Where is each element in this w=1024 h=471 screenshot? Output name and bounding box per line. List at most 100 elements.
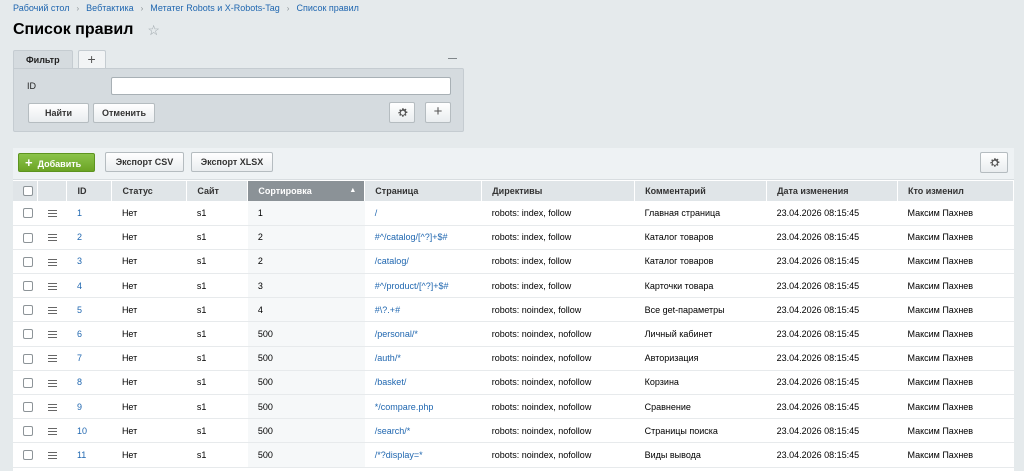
row-checkbox[interactable] bbox=[23, 450, 33, 461]
row-checkbox[interactable] bbox=[23, 401, 33, 412]
cell-page[interactable]: /*?display=* bbox=[364, 442, 482, 468]
hamburger-menu-icon[interactable] bbox=[47, 282, 57, 290]
table-row[interactable]: 1 Нет s1 1/robots: index, follow Главная стр… bbox=[13, 201, 1014, 226]
cancel-button[interactable]: Отменить bbox=[93, 103, 155, 123]
hamburger-menu-icon[interactable] bbox=[47, 209, 57, 217]
cell-page[interactable]: /search/* bbox=[364, 418, 482, 444]
cell-page[interactable]: #^/product/[^?]+$# bbox=[364, 273, 482, 299]
breadcrumb-item-robots-module[interactable]: Метатег Robots и X-Robots-Tag bbox=[150, 3, 280, 13]
table-row[interactable]: 4 Нет s1 3 #^/product/[^?]+$# robots: index, … bbox=[13, 273, 1014, 299]
tab-filter[interactable]: Фильтр bbox=[13, 50, 73, 69]
cell-id[interactable]: 11 bbox=[66, 442, 112, 468]
breadcrumb-item-desktop[interactable]: Рабочий стол bbox=[13, 3, 70, 13]
add-filter-field-button[interactable]: + bbox=[425, 102, 451, 123]
cell-sort: 500 bbox=[247, 442, 365, 468]
table-row[interactable]: 3 Нет s1 2/catalog/robots: index, follow Кат… bbox=[13, 249, 1014, 275]
row-checkbox[interactable] bbox=[23, 280, 33, 291]
grid-settings-button[interactable] bbox=[980, 152, 1008, 173]
table-row[interactable]: 7 Нет s1 500/auth/* robots: noindex, nofollo… bbox=[13, 346, 1014, 371]
cell-id[interactable]: 2 bbox=[66, 225, 112, 250]
breadcrumb-separator: › bbox=[286, 3, 290, 13]
cell-page[interactable]: /basket/ bbox=[364, 370, 482, 396]
header-comment[interactable]: Комментарий bbox=[634, 181, 768, 201]
header-directives[interactable]: Директивы bbox=[481, 181, 636, 201]
table-row[interactable]: 11 Нет s1 500/*?display=* robots: noindex, n… bbox=[13, 442, 1014, 468]
cell-id[interactable]: 5 bbox=[66, 297, 112, 323]
filter-settings-button[interactable] bbox=[389, 102, 415, 123]
cell-id[interactable]: 3 bbox=[66, 249, 112, 275]
cell-page[interactable]: / bbox=[364, 201, 482, 226]
cell-id[interactable]: 9 bbox=[66, 394, 112, 420]
gear-icon bbox=[397, 107, 407, 117]
cell-sort: 2 bbox=[247, 225, 365, 250]
rules-grid: + Добавить Экспорт CSV Экспорт XLSX ID Ст… bbox=[13, 148, 1015, 471]
cell-status: Нет bbox=[111, 370, 187, 396]
header-date[interactable]: Дата изменения bbox=[766, 181, 898, 201]
cell-page[interactable]: #^/catalog/[^?]+$# bbox=[364, 225, 482, 250]
hamburger-menu-icon[interactable] bbox=[47, 258, 57, 266]
cell-sort: 2 bbox=[247, 249, 365, 275]
collapse-filter-icon[interactable] bbox=[448, 53, 458, 63]
row-checkbox[interactable] bbox=[23, 353, 33, 364]
cell-status: Нет bbox=[111, 442, 187, 468]
header-site[interactable]: Сайт bbox=[186, 181, 249, 201]
header-id[interactable]: ID bbox=[66, 181, 113, 201]
cell-page[interactable]: */compare.php bbox=[364, 394, 482, 420]
hamburger-menu-icon[interactable] bbox=[47, 355, 57, 363]
cell-page[interactable]: /personal/* bbox=[364, 321, 482, 347]
header-status[interactable]: Статус bbox=[111, 181, 188, 201]
header-sort[interactable]: Сортировка ▲ bbox=[247, 181, 366, 201]
hamburger-menu-icon[interactable] bbox=[47, 403, 57, 411]
export-csv-button[interactable]: Экспорт CSV bbox=[105, 152, 184, 172]
table-row[interactable]: 2 Нет s1 2 #^/catalog/[^?]+$# robots: index, … bbox=[13, 225, 1014, 250]
table-row[interactable]: 8 Нет s1 500/basket/robots: noindex, nofoll… bbox=[13, 370, 1014, 396]
hamburger-menu-icon[interactable] bbox=[47, 331, 57, 339]
row-menu-cell bbox=[37, 442, 67, 468]
header-author[interactable]: Кто изменил bbox=[897, 181, 1015, 201]
hamburger-menu-icon[interactable] bbox=[47, 379, 57, 387]
hamburger-menu-icon[interactable] bbox=[47, 452, 57, 460]
cell-directives: robots: noindex, follow bbox=[481, 297, 635, 323]
cell-site: s1 bbox=[186, 418, 248, 444]
row-checkbox[interactable] bbox=[23, 208, 33, 219]
breadcrumb-item-rules-list[interactable]: Список правил bbox=[296, 3, 358, 13]
row-checkbox[interactable] bbox=[23, 329, 33, 340]
cell-status: Нет bbox=[111, 201, 187, 226]
cell-directives: robots: index, follow bbox=[481, 201, 635, 226]
row-checkbox[interactable] bbox=[23, 305, 33, 316]
table-row[interactable]: 6 Нет s1 500/personal/* robots: noindex, nof… bbox=[13, 321, 1014, 347]
cell-id[interactable]: 7 bbox=[66, 346, 112, 371]
hamburger-menu-icon[interactable] bbox=[47, 306, 57, 314]
row-checkbox[interactable] bbox=[23, 232, 33, 243]
add-button[interactable]: + Добавить bbox=[18, 153, 95, 172]
filter-id-input[interactable] bbox=[111, 77, 451, 95]
cell-page[interactable]: /catalog/ bbox=[364, 249, 482, 275]
cell-id[interactable]: 4 bbox=[66, 273, 112, 299]
find-button[interactable]: Найти bbox=[28, 103, 89, 123]
table-row[interactable]: 9 Нет s1 500 */compare.php robots: noindex, n… bbox=[13, 394, 1014, 420]
hamburger-menu-icon[interactable] bbox=[47, 234, 57, 242]
row-checkbox[interactable] bbox=[23, 377, 33, 388]
cell-id[interactable]: 10 bbox=[66, 418, 112, 444]
cell-id[interactable]: 6 bbox=[66, 321, 112, 347]
breadcrumb-item-webtactics[interactable]: Вебтактика bbox=[86, 3, 133, 13]
export-xlsx-button[interactable]: Экспорт XLSX bbox=[191, 152, 273, 172]
row-checkbox[interactable] bbox=[23, 426, 33, 437]
cell-site: s1 bbox=[186, 394, 248, 420]
header-page[interactable]: Страница bbox=[364, 181, 483, 201]
cell-page[interactable]: #\?.+# bbox=[364, 297, 482, 323]
select-all-checkbox[interactable] bbox=[23, 186, 33, 197]
hamburger-menu-icon[interactable] bbox=[47, 427, 57, 435]
cell-page[interactable]: /auth/* bbox=[364, 346, 482, 371]
add-filter-tab-button[interactable]: + bbox=[77, 50, 106, 69]
row-select-cell bbox=[13, 249, 38, 275]
cell-id[interactable]: 1 bbox=[66, 201, 112, 226]
sort-up-icon: ▲ bbox=[349, 187, 357, 194]
table-row[interactable]: 5 Нет s1 4 #\?.+# robots: noindex, follow Все … bbox=[13, 297, 1014, 323]
row-checkbox[interactable] bbox=[23, 256, 33, 267]
filter-id-label: ID bbox=[27, 81, 36, 91]
table-row[interactable]: 10 Нет s1 500/search/* robots: noindex, nofo… bbox=[13, 418, 1014, 444]
cell-id[interactable]: 8 bbox=[66, 370, 112, 396]
star-icon[interactable]: ☆ bbox=[147, 22, 160, 39]
cell-comment: Авторизация bbox=[634, 346, 767, 371]
